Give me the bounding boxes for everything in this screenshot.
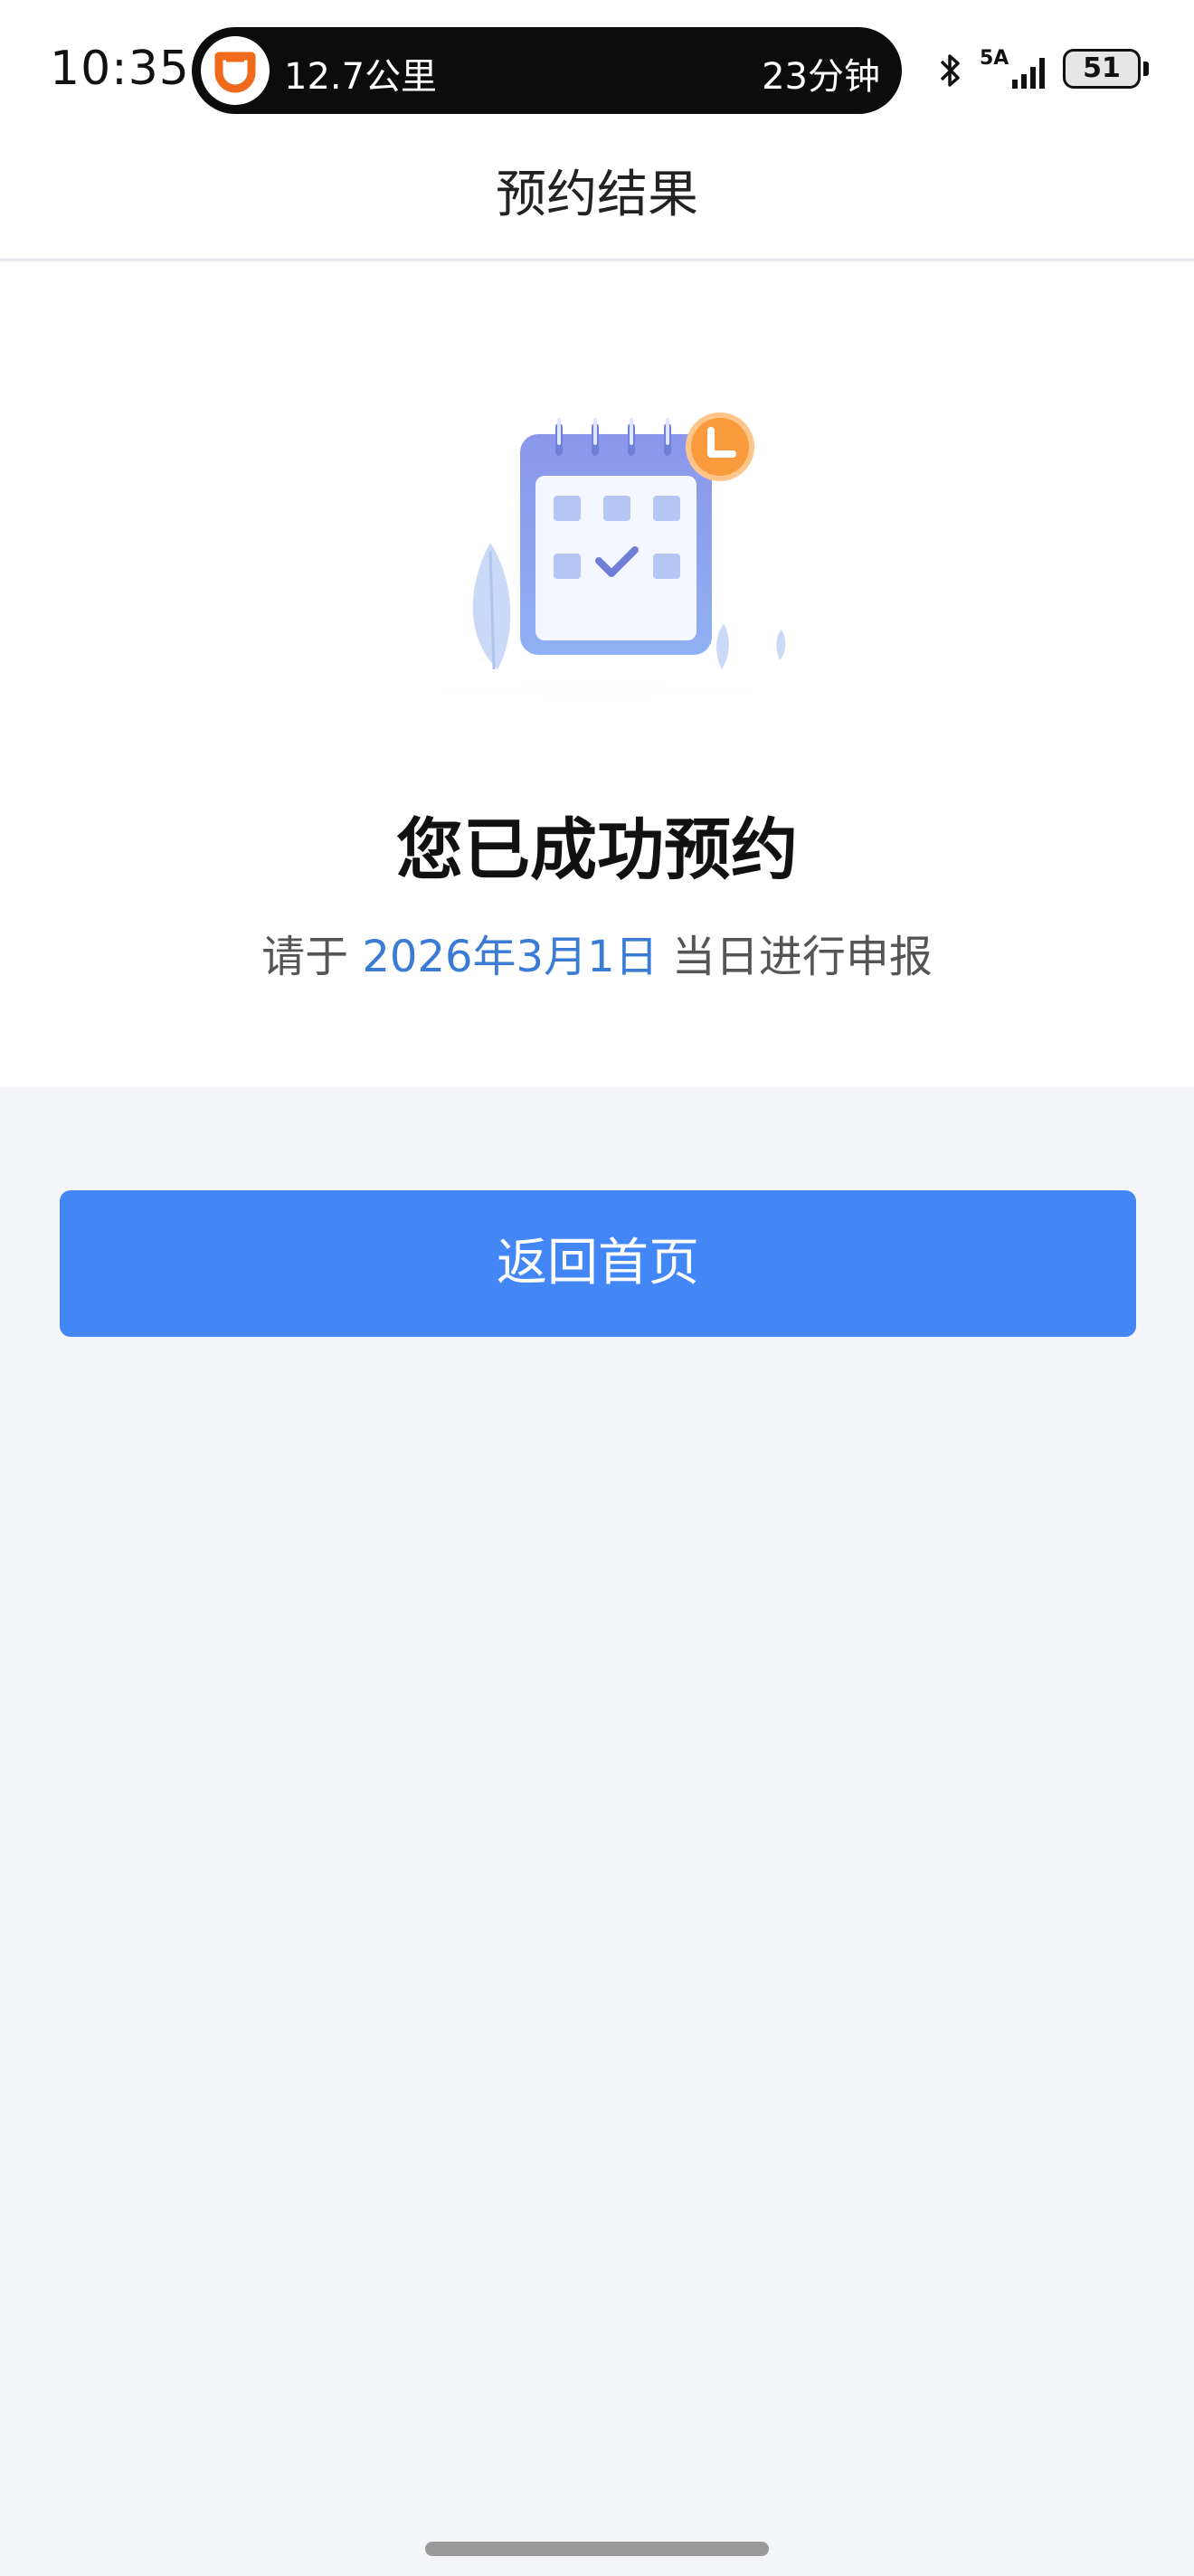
bluetooth-icon (940, 54, 960, 87)
trip-distance: 12.7公里 (284, 56, 438, 98)
battery-icon: 51 (1063, 49, 1141, 89)
status-time: 10:35 (50, 42, 190, 96)
status-icons: 5A 51 (936, 47, 1171, 92)
success-headline: 您已成功预约 (396, 811, 798, 889)
declaration-prefix: 请于 (261, 932, 349, 982)
declaration-date-text: 请于 2026年3月1日 当日进行申报 (0, 921, 1194, 984)
didi-logo-icon (201, 36, 270, 105)
home-indicator[interactable] (425, 2542, 769, 2556)
page: 10:35 12.7公里 23分钟 5A 51 预约结果 您已成功预约 请于 2… (0, 0, 1194, 2576)
battery-tip (1143, 62, 1149, 76)
result-card: 您已成功预约 请于 2026年3月1日 当日进行申报 (0, 262, 1194, 1087)
battery-level: 51 (1083, 52, 1121, 84)
status-bar: 10:35 12.7公里 23分钟 5A 51 (0, 0, 1194, 136)
signal-icon (1012, 58, 1045, 89)
page-title: 预约结果 (496, 166, 698, 224)
declaration-suffix: 当日进行申报 (671, 932, 933, 982)
declaration-date: 2026年3月1日 (362, 932, 659, 982)
calendar-check-clock-illustration-icon (289, 412, 905, 696)
return-home-button[interactable]: 返回首页 (60, 1190, 1136, 1337)
nav-header: 预约结果 (0, 136, 1194, 260)
trip-duration: 23分钟 (762, 56, 880, 98)
dynamic-island-trip[interactable]: 12.7公里 23分钟 (192, 27, 902, 114)
